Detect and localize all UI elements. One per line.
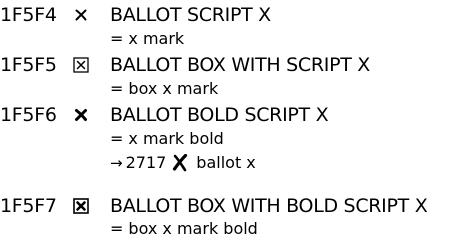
right-arrow-icon: → xyxy=(110,154,123,172)
character-name: BALLOT BOLD SCRIPT X xyxy=(110,104,329,126)
character-name: BALLOT BOX WITH BOLD SCRIPT X xyxy=(110,195,428,217)
xref-name: ballot x xyxy=(196,153,256,172)
character-name: BALLOT BOX WITH SCRIPT X xyxy=(110,54,370,76)
code-point: 1F5F7 xyxy=(0,195,57,217)
xref-code: 2717 xyxy=(125,153,167,172)
character-name: BALLOT SCRIPT X xyxy=(110,4,271,26)
code-point: 1F5F6 xyxy=(0,104,57,126)
alias-text: x mark xyxy=(128,29,185,48)
code-point: 1F5F5 xyxy=(0,54,57,76)
alias-prefix: = xyxy=(110,29,124,48)
box-bold-x-icon xyxy=(72,194,90,218)
alias-text: box x mark bold xyxy=(128,219,258,238)
code-point: 1F5F4 xyxy=(0,4,57,26)
heavy-ballot-x-icon xyxy=(172,153,190,173)
alias-line: = x mark bold xyxy=(110,129,224,149)
alias-text: x mark bold xyxy=(128,129,224,148)
alias-line: = box x mark bold xyxy=(110,219,258,239)
alias-line: = box x mark xyxy=(110,79,218,99)
bold-script-x-icon xyxy=(72,103,90,127)
alias-prefix: = xyxy=(110,219,124,238)
alias-text: box x mark xyxy=(128,79,219,98)
box-x-icon xyxy=(72,53,90,77)
cross-reference-line: → 2717 ballot x xyxy=(110,153,256,173)
alias-prefix: = xyxy=(110,129,124,148)
alias-prefix: = xyxy=(110,79,124,98)
alias-line: = x mark xyxy=(110,29,184,49)
script-x-icon xyxy=(72,3,90,27)
